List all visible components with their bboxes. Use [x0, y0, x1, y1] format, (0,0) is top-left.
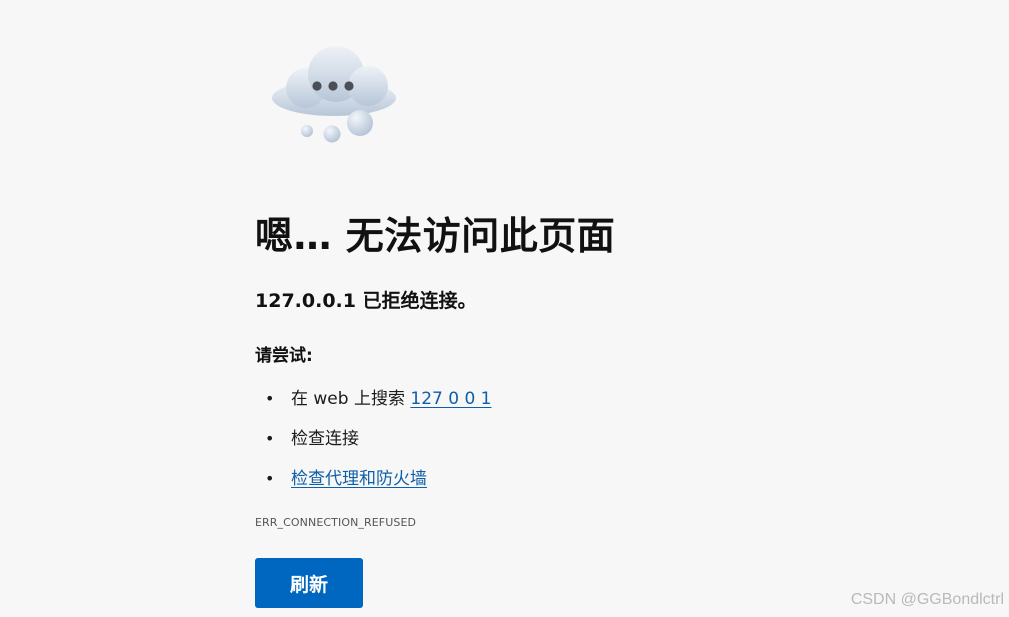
suggestion-check-connection: • 检查连接 — [255, 425, 491, 465]
watermark: CSDN @GGBondlctrl — [850, 591, 1004, 608]
suggestion-search-web: • 在 web 上搜索 127 0 0 1 — [255, 385, 491, 425]
bullet-icon: • — [265, 469, 275, 488]
suggestion-prefix: 在 web 上搜索 — [291, 389, 411, 409]
suggestion-list: • 在 web 上搜索 127 0 0 1 • 检查连接 • 检查代理和防火墙 — [255, 385, 491, 505]
suggestion-text: 检查连接 — [291, 429, 359, 449]
bullet-icon: • — [265, 429, 275, 448]
error-code: ERR_CONNECTION_REFUSED — [255, 516, 417, 529]
proxy-firewall-link[interactable]: 检查代理和防火墙 — [291, 469, 427, 489]
search-link[interactable]: 127 0 0 1 — [410, 389, 491, 409]
bullet-icon: • — [265, 389, 275, 408]
try-heading: 请尝试: — [255, 346, 313, 366]
page-title: 嗯… 无法访问此页面 — [255, 214, 616, 258]
error-subtitle: 127.0.0.1 已拒绝连接。 — [255, 290, 477, 312]
suggestion-check-proxy: • 检查代理和防火墙 — [255, 465, 491, 505]
refresh-button[interactable]: 刷新 — [255, 558, 363, 608]
cloud-thinking-icon — [266, 40, 402, 146]
